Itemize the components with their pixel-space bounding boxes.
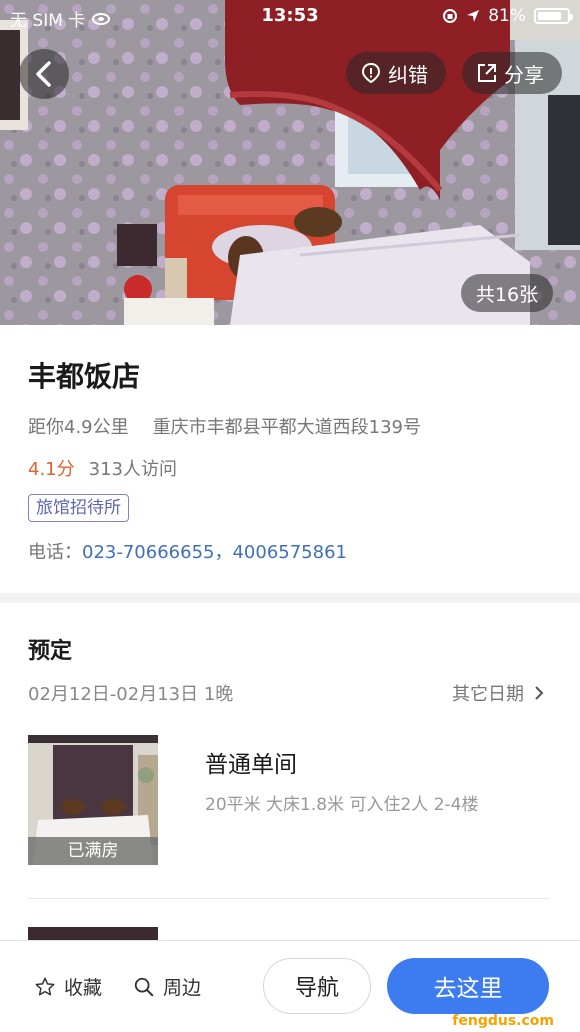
room-thumbnail[interactable]: 已满房: [28, 735, 158, 865]
hotel-name: 丰都饭店: [28, 360, 141, 393]
report-error-label: 纠错: [388, 62, 428, 87]
phone-label: 电话：: [28, 542, 82, 563]
star-icon: [35, 977, 55, 995]
visit-count: 313人访问: [88, 459, 177, 480]
phone-numbers[interactable]: 023-70666655，4006575861: [82, 542, 347, 563]
battery-percent: 81%: [488, 6, 526, 26]
booking-title: 预定: [28, 639, 73, 664]
room-status-badge: 已满房: [28, 837, 158, 865]
rating-score: 4.1分: [28, 459, 75, 480]
back-button[interactable]: [19, 49, 69, 99]
chevron-right-icon: [535, 686, 544, 700]
report-error-button[interactable]: 纠错: [346, 52, 446, 94]
category-tag: 旅馆招待所: [28, 494, 129, 522]
room-thumbnail-partial[interactable]: [28, 927, 158, 941]
share-button[interactable]: 分享: [462, 52, 562, 94]
location-arrow-icon: [467, 10, 480, 22]
room-name[interactable]: 普通单间: [205, 745, 297, 779]
share-icon: [478, 64, 496, 82]
location-alert-icon: [361, 62, 381, 84]
divider: [28, 898, 550, 899]
hotel-photo-gallery[interactable]: 无 SIM 卡 13:53 81% 纠错 分享 共16张: [0, 0, 580, 325]
rating-row: 4.1分 313人访问: [28, 455, 177, 481]
date-range: 02月12日-02月13日 1晚: [28, 684, 234, 705]
favorite-label: 收藏: [64, 977, 103, 999]
other-dates-button[interactable]: 其它日期: [452, 680, 544, 706]
distance: 距你4.9公里: [28, 417, 129, 438]
bottom-action-bar: 收藏 周边 导航 去这里 fengdus.com: [0, 940, 580, 1032]
other-dates-label: 其它日期: [452, 684, 524, 705]
rotation-lock-icon: [443, 9, 458, 23]
address-row: 距你4.9公里 重庆市丰都县平都大道西段139号: [28, 413, 421, 439]
favorite-button[interactable]: 收藏: [34, 973, 102, 1000]
battery-fill: [538, 12, 561, 20]
watermark: fengdus.com: [452, 1013, 554, 1029]
address[interactable]: 重庆市丰都县平都大道西段139号: [153, 413, 421, 439]
nearby-label: 周边: [163, 977, 202, 999]
battery-icon: [534, 8, 573, 24]
hotel-info-card: 丰都饭店 距你4.9公里 重庆市丰都县平都大道西段139号 4.1分 313人访…: [0, 325, 580, 593]
go-here-button[interactable]: 去这里: [387, 958, 549, 1014]
status-bar: 无 SIM 卡 13:53 81%: [0, 0, 580, 34]
photo-count-badge[interactable]: 共16张: [461, 274, 553, 312]
chevron-left-icon: [36, 61, 51, 87]
booking-section: 预定 02月12日-02月13日 1晚 其它日期 已满房 普通单间 20平米 大…: [0, 603, 580, 941]
search-icon: [134, 977, 154, 996]
room-description: 20平米 大床1.8米 可入住2人 2-4楼: [205, 795, 479, 815]
share-label: 分享: [504, 62, 544, 87]
phone-row: 电话：023-70666655，4006575861: [28, 538, 347, 564]
nearby-button[interactable]: 周边: [133, 973, 201, 1000]
navigate-button[interactable]: 导航: [263, 958, 371, 1014]
